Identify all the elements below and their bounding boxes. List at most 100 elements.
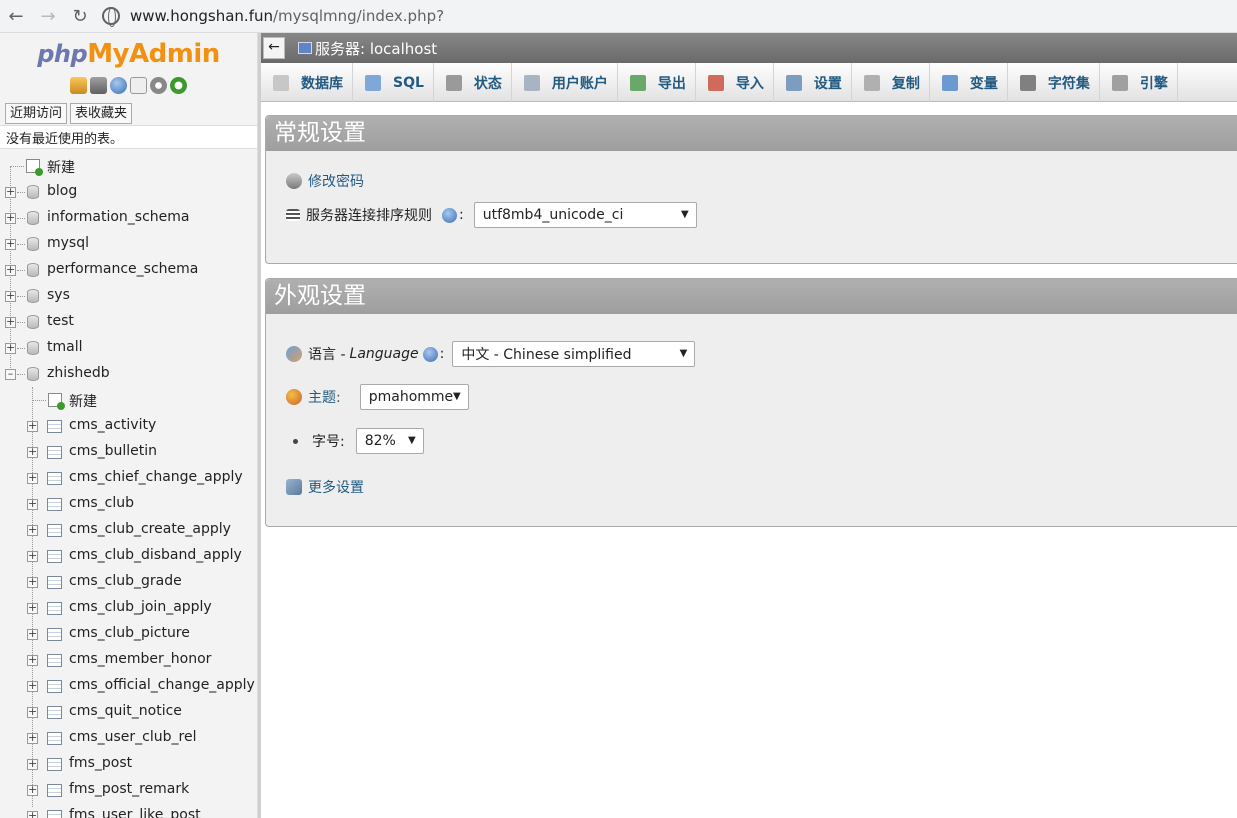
expand-icon[interactable]: + <box>27 576 38 588</box>
database-name[interactable]: tmall <box>47 339 83 355</box>
table-name[interactable]: cms_club <box>69 495 134 511</box>
expand-icon[interactable]: + <box>5 264 16 276</box>
menu-item-sql[interactable]: SQL <box>353 63 434 102</box>
expand-icon[interactable]: + <box>27 524 38 536</box>
language-select[interactable]: 中文 - Chinese simplified ▼ <box>452 341 696 367</box>
expand-icon[interactable]: + <box>27 550 38 562</box>
home-icon[interactable] <box>70 76 87 94</box>
collapse-nav-button[interactable]: ← <box>263 37 285 59</box>
expand-icon[interactable]: + <box>27 420 38 432</box>
table-name[interactable]: cms_official_change_apply <box>69 677 255 693</box>
more-settings-row[interactable]: 更多设置 <box>286 477 364 497</box>
change-password-row[interactable]: 修改密码 <box>286 171 364 191</box>
expand-icon[interactable]: + <box>5 316 16 328</box>
help-icon[interactable] <box>442 207 457 223</box>
reload-nav-icon[interactable] <box>170 76 187 94</box>
logout-icon[interactable] <box>90 76 107 94</box>
expand-icon[interactable]: + <box>27 472 38 484</box>
database-name[interactable]: information_schema <box>47 209 190 225</box>
reload-icon[interactable]: ↻ <box>64 1 96 31</box>
table-name[interactable]: cms_club_picture <box>69 625 190 641</box>
table-row[interactable]: + cms_club_create_apply <box>0 517 257 543</box>
menu-item-variables[interactable]: 变量 <box>930 63 1008 102</box>
expand-icon[interactable]: + <box>27 628 38 640</box>
expand-icon[interactable]: + <box>27 680 38 692</box>
menu-item-wrench[interactable]: 设置 <box>774 63 852 102</box>
collapse-icon[interactable]: – <box>5 368 16 380</box>
expand-icon[interactable]: + <box>27 706 38 718</box>
table-row[interactable]: + cms_club_picture <box>0 621 257 647</box>
table-name[interactable]: cms_bulletin <box>69 443 157 459</box>
new-table-row[interactable]: 新建 <box>0 387 257 413</box>
table-name[interactable]: cms_activity <box>69 417 156 433</box>
database-name[interactable]: test <box>47 313 74 329</box>
phpmyadmin-logo[interactable]: phpMyAdmin <box>0 33 257 69</box>
table-row[interactable]: + cms_activity <box>0 413 257 439</box>
table-row[interactable]: + fms_post <box>0 751 257 777</box>
expand-icon[interactable]: + <box>5 186 16 198</box>
expand-icon[interactable]: + <box>27 810 38 818</box>
table-row[interactable]: + cms_bulletin <box>0 439 257 465</box>
table-row[interactable]: + cms_user_club_rel <box>0 725 257 751</box>
table-name[interactable]: fms_post <box>69 755 132 771</box>
table-row[interactable]: + cms_club <box>0 491 257 517</box>
collation-select[interactable]: utf8mb4_unicode_ci ▼ <box>473 202 697 228</box>
menu-item-charset[interactable]: 字符集 <box>1008 63 1100 102</box>
menu-item-export[interactable]: 导出 <box>618 63 696 102</box>
expand-icon[interactable]: + <box>27 446 38 458</box>
menu-item-users[interactable]: 用户账户 <box>512 63 618 102</box>
table-row[interactable]: + cms_official_change_apply <box>0 673 257 699</box>
address-bar[interactable]: www.hongshan.fun/mysqlmng/index.php? <box>102 1 444 31</box>
font-size-select[interactable]: 82% ▼ <box>355 428 424 454</box>
table-row[interactable]: + cms_club_join_apply <box>0 595 257 621</box>
database-row[interactable]: + sys <box>0 283 257 309</box>
menu-item-import[interactable]: 导入 <box>696 63 774 102</box>
tab-recent[interactable]: 近期访问 <box>5 103 68 124</box>
menu-item-engine[interactable]: 引擎 <box>1100 63 1178 102</box>
change-password-link[interactable]: 修改密码 <box>308 171 364 191</box>
table-row[interactable]: + cms_member_honor <box>0 647 257 673</box>
expand-icon[interactable]: + <box>27 602 38 614</box>
expand-icon[interactable]: + <box>5 238 16 250</box>
new-table-label[interactable]: 新建 <box>69 391 97 411</box>
table-row[interactable]: + cms_chief_change_apply <box>0 465 257 491</box>
back-icon[interactable]: ← <box>0 1 32 31</box>
table-name[interactable]: fms_post_remark <box>69 781 189 797</box>
database-name[interactable]: sys <box>47 287 70 303</box>
docs-icon[interactable] <box>130 76 147 94</box>
tab-favorites[interactable]: 表收藏夹 <box>70 103 133 124</box>
table-row[interactable]: + cms_club_disband_apply <box>0 543 257 569</box>
help-icon[interactable] <box>422 346 438 362</box>
expand-icon[interactable]: + <box>5 212 16 224</box>
menu-item-replication[interactable]: 复制 <box>852 63 930 102</box>
table-name[interactable]: fms_user_like_post <box>69 807 201 818</box>
table-name[interactable]: cms_member_honor <box>69 651 211 667</box>
gear-icon[interactable] <box>150 76 167 94</box>
table-row[interactable]: + fms_post_remark <box>0 777 257 803</box>
table-row[interactable]: + cms_club_grade <box>0 569 257 595</box>
table-row[interactable]: + cms_quit_notice <box>0 699 257 725</box>
server-label[interactable]: 服务器: localhost <box>315 38 437 59</box>
table-name[interactable]: cms_club_create_apply <box>69 521 231 537</box>
expand-icon[interactable]: + <box>27 732 38 744</box>
expand-icon[interactable]: + <box>5 290 16 302</box>
expand-icon[interactable]: + <box>27 758 38 770</box>
help-icon[interactable] <box>110 76 127 94</box>
forward-icon[interactable]: → <box>32 1 64 31</box>
database-row[interactable]: + mysql <box>0 231 257 257</box>
database-name[interactable]: performance_schema <box>47 261 198 277</box>
database-row[interactable]: + information_schema <box>0 205 257 231</box>
menu-item-status[interactable]: 状态 <box>434 63 512 102</box>
table-row[interactable]: + fms_user_like_post <box>0 803 257 818</box>
database-row[interactable]: + blog <box>0 179 257 205</box>
database-name[interactable]: blog <box>47 183 77 199</box>
new-database-row[interactable]: 新建 <box>0 153 257 179</box>
expand-icon[interactable]: + <box>27 654 38 666</box>
menu-item-database[interactable]: 数据库 <box>261 63 353 102</box>
database-row[interactable]: + performance_schema <box>0 257 257 283</box>
database-name[interactable]: zhishedb <box>47 365 110 381</box>
table-name[interactable]: cms_quit_notice <box>69 703 182 719</box>
expand-icon[interactable]: + <box>27 784 38 796</box>
database-row[interactable]: + tmall <box>0 335 257 361</box>
more-settings-link[interactable]: 更多设置 <box>308 477 364 497</box>
